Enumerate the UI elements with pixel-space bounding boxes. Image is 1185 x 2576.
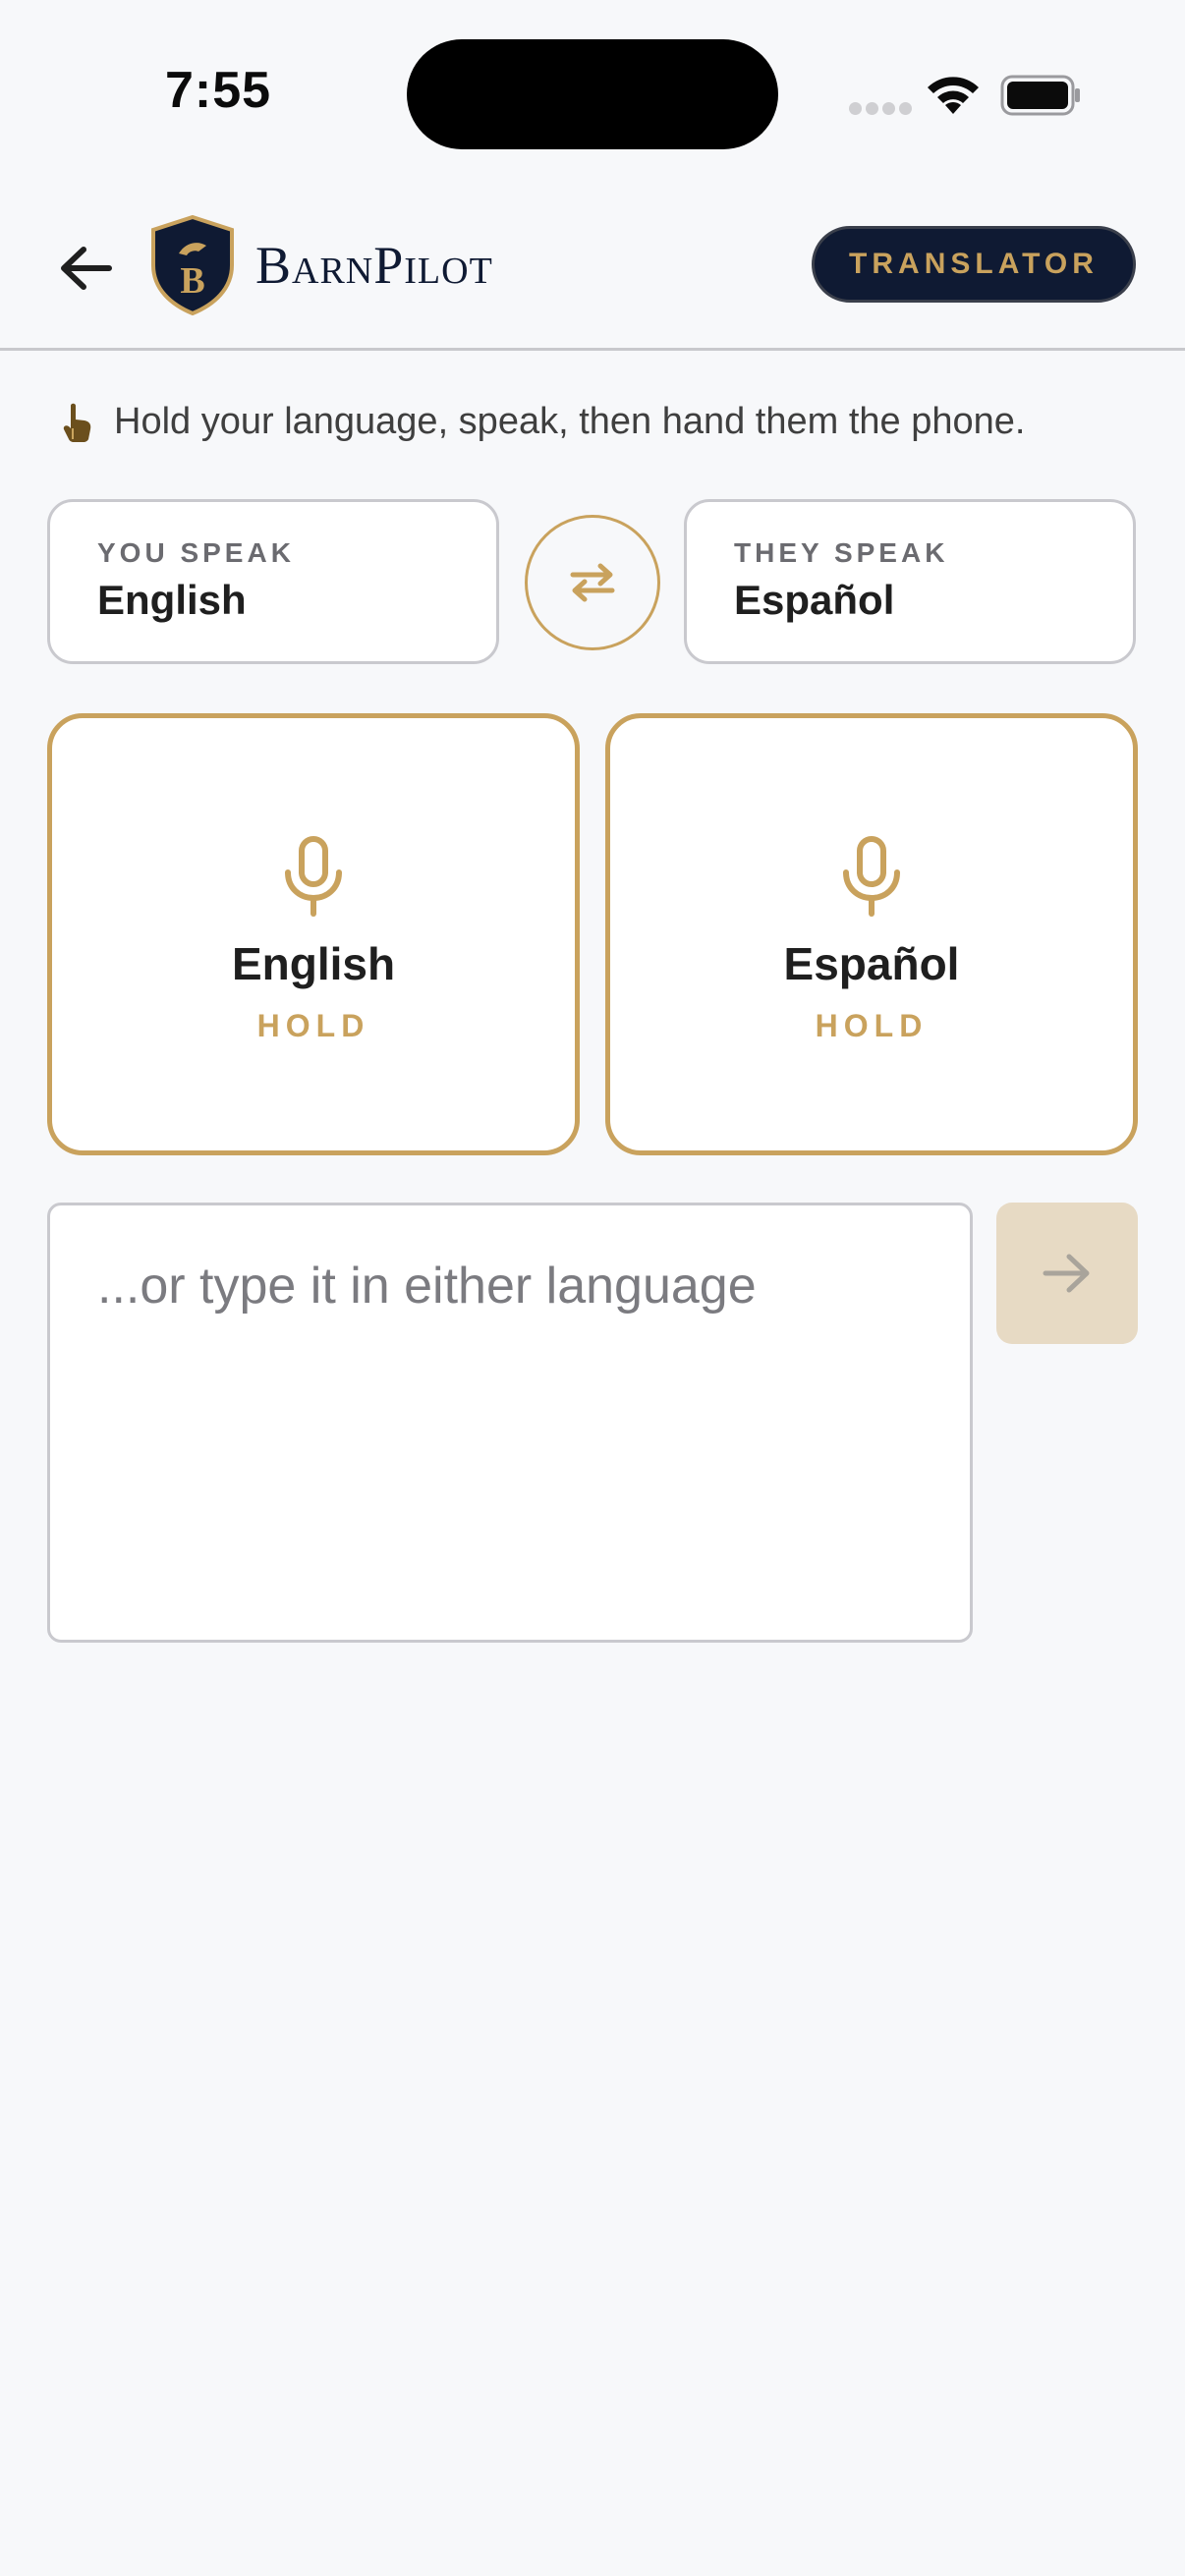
brand-name: BarnPilot [255,236,493,295]
microphone-icon [843,835,900,917]
they-speak-caption: THEY SPEAK [734,537,949,568]
back-button[interactable] [51,234,120,303]
swap-arrows-icon [570,563,615,602]
mic-card-action: HOLD [256,1007,370,1043]
cellular-signal-icon [849,102,912,116]
dynamic-island [407,39,778,149]
hold-to-speak-english-button[interactable]: English HOLD [47,713,580,1155]
wifi-icon [928,77,979,114]
status-time: 7:55 [165,62,272,119]
translator-badge: TRANSLATOR [812,226,1136,303]
translate-text-input[interactable] [47,1203,973,1643]
shield-logo-icon: B [151,214,234,316]
svg-text:B: B [180,260,204,302]
mic-card-language: Español [783,937,960,989]
status-bar: 7:55 [0,0,1185,187]
you-speak-selector[interactable]: YOU SPEAK English [47,499,499,664]
microphone-icon [285,835,342,917]
send-arrow-icon [1043,1254,1090,1293]
mic-card-language: English [231,937,396,989]
app-header: B BarnPilot TRANSLATOR [0,187,1185,351]
swap-languages-button[interactable] [525,515,660,650]
you-speak-caption: YOU SPEAK [97,537,295,568]
send-button[interactable] [996,1203,1138,1344]
they-speak-value: Español [734,577,895,623]
instruction-hint: Hold your language, speak, then hand the… [61,401,1025,443]
hint-text: Hold your language, speak, then hand the… [114,401,1026,442]
mic-card-action: HOLD [815,1007,929,1043]
hold-to-speak-espanol-button[interactable]: Español HOLD [605,713,1138,1155]
back-arrow-icon [61,247,112,290]
you-speak-value: English [97,577,247,623]
brand-logo: B BarnPilot [149,214,493,316]
battery-icon [1000,75,1080,116]
they-speak-selector[interactable]: THEY SPEAK Español [684,499,1136,664]
hand-pointer-icon [63,403,91,442]
